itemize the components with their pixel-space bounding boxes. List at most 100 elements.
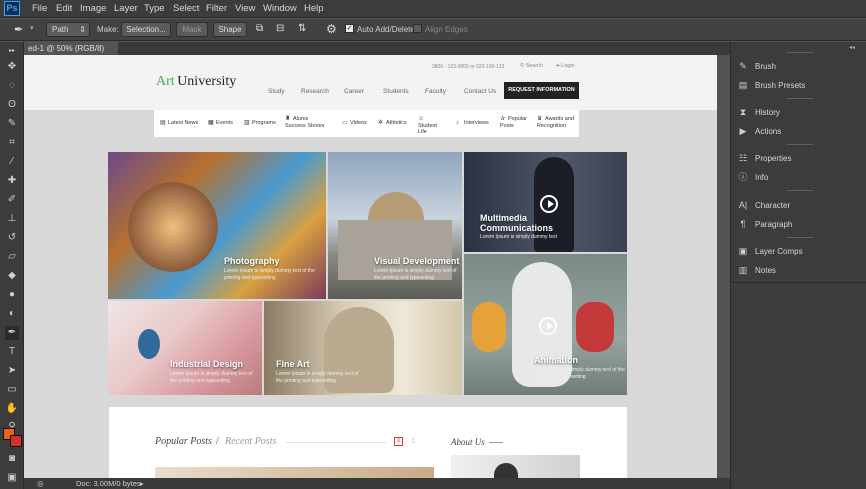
dodge-tool-icon[interactable]: ◐ [5, 307, 19, 321]
nav-research[interactable]: Research [301, 88, 329, 95]
play-icon[interactable] [539, 317, 557, 335]
cat-alums-success-stories[interactable]: ♜ Alums Success Stories [285, 116, 330, 129]
shape-button[interactable]: Shape [213, 22, 247, 37]
login-link[interactable]: ➔ Login [555, 63, 575, 69]
menu-image[interactable]: Image [80, 3, 106, 14]
quick-mask-icon[interactable]: ◙ [5, 452, 19, 466]
background-color-swatch[interactable] [10, 435, 22, 447]
nav-study[interactable]: Study [268, 88, 285, 95]
menu-file[interactable]: File [32, 3, 47, 14]
cat-awards-and-recognition[interactable]: ♛ Awards and Recognition [537, 116, 579, 129]
path-alignment-icon[interactable]: ⊟ [276, 23, 284, 34]
lasso-tool-icon[interactable]: ʘ [5, 98, 19, 112]
search-link[interactable]: ⚲ Search [520, 63, 543, 69]
site-logo[interactable]: Art University [156, 74, 236, 90]
type-tool-icon[interactable]: T [5, 345, 19, 359]
eyedropper-tool-icon[interactable]: ⁄ [5, 155, 19, 169]
cat-events[interactable]: ▦ Events [208, 120, 233, 127]
paint-bucket-tool-icon[interactable]: ◆ [5, 269, 19, 283]
panel-group-grip[interactable] [787, 237, 813, 239]
path-mode-select[interactable]: Path ⇕ [46, 22, 90, 37]
clone-stamp-tool-icon[interactable]: ⊥ [5, 212, 19, 226]
panel-history[interactable]: ⧗ History [737, 104, 780, 120]
blur-tool-icon[interactable]: ● [5, 288, 19, 302]
status-icon[interactable]: ◎ [37, 478, 44, 489]
cat-student-life[interactable]: ☺Student Life [418, 116, 444, 136]
chevron-down-icon[interactable]: ▾ [30, 24, 34, 32]
brush-tool-icon[interactable]: ✐ [5, 193, 19, 207]
path-operations-icon[interactable]: ⧉ [256, 23, 263, 34]
cat-programs[interactable]: ▥ Programs [244, 120, 276, 127]
align-edges-checkbox[interactable] [413, 24, 422, 33]
menu-filter[interactable]: Filter [206, 3, 227, 14]
document-canvas[interactable]: Art University 3800 - 123-3800 or 323-10… [24, 55, 717, 478]
menu-edit[interactable]: Edit [56, 3, 72, 14]
menu-help[interactable]: Help [304, 3, 324, 14]
status-menu-arrow-icon[interactable]: ▸ [140, 478, 144, 489]
nav-career[interactable]: Career [344, 88, 364, 95]
request-information-button[interactable]: REQUEST INFORMATION [504, 82, 579, 99]
path-arrangement-icon[interactable]: ⇅ [298, 23, 306, 34]
tile-animation[interactable]: Animation Lorem Ipsum is simply dummy te… [464, 254, 627, 395]
play-icon[interactable] [540, 195, 558, 213]
panel-layer-comps[interactable]: ▣ Layer Comps [737, 243, 803, 259]
tile-industrial-design[interactable]: Industrial Design Lorem Ipsum is simply … [108, 301, 262, 395]
quick-selection-tool-icon[interactable]: ✎ [5, 117, 19, 131]
panel-properties[interactable]: ☷ Properties [737, 150, 792, 166]
healing-brush-tool-icon[interactable]: ✚ [5, 174, 19, 188]
cat-videos[interactable]: ▭ Videos [342, 120, 367, 127]
hand-tool-icon[interactable]: ✋ [5, 402, 19, 416]
grid-view-icon[interactable]: ⁞⁞ [409, 437, 418, 446]
menu-window[interactable]: Window [263, 3, 297, 14]
menu-layer[interactable]: Layer [114, 3, 138, 14]
cat-popular-posts[interactable]: ✰ Popular Posts [500, 116, 530, 129]
panel-character[interactable]: A| Character [737, 197, 790, 213]
menu-select[interactable]: Select [173, 3, 199, 14]
recent-posts-tab[interactable]: Recent Posts [225, 436, 276, 447]
screen-mode-icon[interactable]: ▣ [5, 471, 19, 485]
panel-actions[interactable]: ▶ Actions [737, 123, 782, 139]
history-brush-tool-icon[interactable]: ↺ [5, 231, 19, 245]
path-selection-tool-icon[interactable]: ➤ [5, 364, 19, 378]
nav-faculty[interactable]: Faculty [425, 88, 446, 95]
panel-brush-presets[interactable]: ▤ Brush Presets [737, 77, 806, 93]
gear-icon[interactable]: ⚙ [326, 22, 337, 36]
eraser-tool-icon[interactable]: ▱ [5, 250, 19, 264]
cat-interviews[interactable]: ♪ Interviews [456, 120, 489, 127]
cat-latest-news[interactable]: ▤ Latest News [160, 120, 198, 127]
popular-posts-tab[interactable]: Popular Posts [155, 436, 212, 447]
programs-icon: ▥ [244, 120, 250, 126]
pen-tool-icon[interactable]: ✒ [5, 326, 19, 340]
document-tab[interactable]: ed-1 @ 50% (RGB/8) *× [24, 42, 118, 66]
nav-students[interactable]: Students [383, 88, 409, 95]
tile-visual-development[interactable]: Visual Development Lorem Ipsum is simply… [328, 152, 462, 299]
collapse-panels-icon[interactable]: ◂◂ [849, 44, 855, 51]
auto-add-delete-checkbox[interactable]: ✓ [345, 24, 354, 33]
selection-button[interactable]: Selection... [121, 22, 171, 37]
interview-icon: ♪ [456, 120, 459, 126]
rectangle-tool-icon[interactable]: ▭ [5, 383, 19, 397]
panel-paragraph[interactable]: ¶ Paragraph [737, 216, 793, 232]
panel-group-grip[interactable] [787, 98, 813, 100]
marquee-tool-icon[interactable]: ◌ [5, 79, 19, 93]
tile-multimedia-communications[interactable]: Multimedia Communications Lorem Ipsum is… [464, 152, 627, 252]
panel-notes[interactable]: ▥ Notes [737, 262, 776, 278]
collapse-icon[interactable]: ▸▸ [5, 44, 19, 58]
menu-type[interactable]: Type [144, 3, 165, 14]
post-image[interactable] [155, 467, 434, 478]
nav-contact-us[interactable]: Contact Us [464, 88, 496, 95]
tile-fine-art[interactable]: Fine Art Lorem Ipsum is simply dummy tex… [264, 301, 462, 395]
cat-athletics[interactable]: ✲ Athletics [378, 120, 407, 127]
move-tool-icon[interactable]: ✥ [5, 60, 19, 74]
crop-tool-icon[interactable]: ⌗ [5, 136, 19, 150]
list-view-icon[interactable]: ≡ [394, 437, 403, 446]
panel-brush[interactable]: ✎ Brush [737, 58, 776, 74]
menu-view[interactable]: View [235, 3, 255, 14]
mask-button[interactable]: Mask [176, 22, 208, 37]
panel-info[interactable]: ⓘ Info [737, 169, 768, 185]
panel-group-grip[interactable] [787, 190, 813, 192]
tile-photography[interactable]: Photography Lorem Ipsum is simply dummy … [108, 152, 326, 299]
panel-group-grip[interactable] [787, 52, 813, 54]
pen-tool-preset-icon[interactable]: ✒ [14, 23, 23, 36]
panel-group-grip[interactable] [787, 144, 813, 146]
